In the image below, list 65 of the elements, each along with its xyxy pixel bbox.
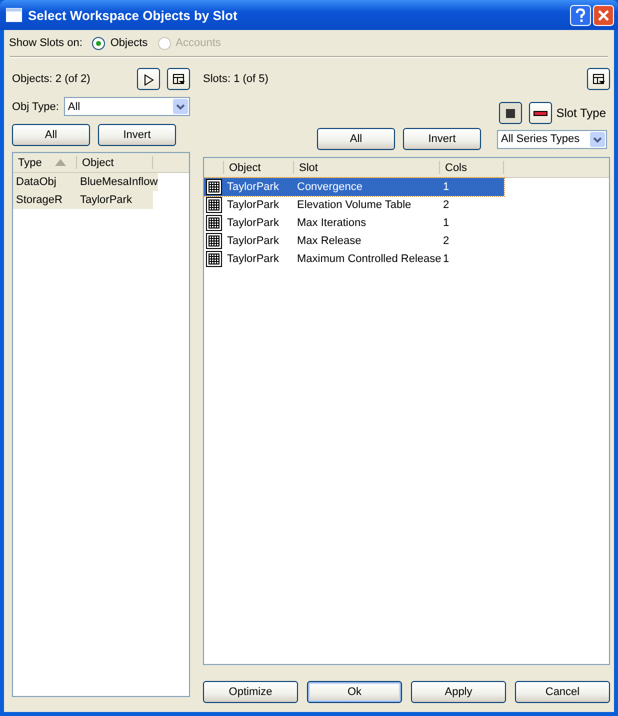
slot-type-label: Slot Type xyxy=(556,106,606,120)
objects-count: Objects: 2 (of 2) xyxy=(12,73,90,85)
grid-icon xyxy=(206,197,222,213)
list-cell-text: TaylorPark xyxy=(226,199,280,211)
grid-icon xyxy=(206,251,222,267)
obj-type-label: Obj Type: xyxy=(12,100,59,112)
window-title: Select Workspace Objects by Slot xyxy=(28,8,238,22)
column-header[interactable]: Slot xyxy=(294,161,440,174)
button[interactable]: Invert xyxy=(403,128,481,150)
column-header-label: Object xyxy=(82,156,114,168)
list-cell-text: Max Iterations xyxy=(296,217,368,229)
list-cell-text: 1 xyxy=(442,217,450,229)
list-cell-text: Convergence xyxy=(296,181,364,193)
column-header[interactable]: Object xyxy=(224,161,294,174)
grid-icon xyxy=(206,215,222,231)
button[interactable]: All xyxy=(12,124,90,146)
list-row[interactable]: TaylorPark Max Release 2 xyxy=(204,232,504,250)
help-icon xyxy=(570,4,591,26)
help-button[interactable] xyxy=(570,4,591,26)
square-toggle-button[interactable] xyxy=(499,102,522,124)
radio-option[interactable]: Objects xyxy=(92,36,148,50)
list-cell-text: TaylorPark xyxy=(79,194,133,206)
list-cell-text: Elevation Volume Table xyxy=(296,199,412,211)
list-row[interactable]: TaylorPark Maximum Controlled Release 1 xyxy=(204,250,504,268)
list-row[interactable]: TaylorPark Max Iterations 1 xyxy=(204,214,504,232)
list-row[interactable]: TaylorPark Convergence 1 xyxy=(204,178,504,196)
column-header[interactable]: Object xyxy=(77,156,153,169)
slots-count: Slots: 1 (of 5) xyxy=(203,73,268,85)
button[interactable]: Optimize xyxy=(203,681,298,703)
window-icon xyxy=(6,8,22,22)
play-button[interactable] xyxy=(137,68,160,90)
list-cell-text: 1 xyxy=(442,253,450,265)
list-cell-text: TaylorPark xyxy=(226,253,280,265)
list-cell-text: Maximum Controlled Release xyxy=(296,253,440,265)
grid-icon xyxy=(206,179,222,195)
line-toggle-button[interactable] xyxy=(529,102,552,124)
button[interactable]: Cancel xyxy=(515,681,610,703)
list-cell-text: DataObj xyxy=(15,176,58,188)
list-cell-text: BlueMesaInflow xyxy=(79,176,158,188)
obj-type-dropdown[interactable]: All xyxy=(64,97,190,116)
table-menu-icon xyxy=(171,72,186,86)
list-cell-text: TaylorPark xyxy=(226,235,280,247)
column-header[interactable]: Type xyxy=(13,156,77,169)
button[interactable]: All xyxy=(317,128,395,150)
button[interactable]: Apply xyxy=(411,681,506,703)
list-row[interactable]: TaylorPark Elevation Volume Table 2 xyxy=(204,196,504,214)
list-cell-text: 2 xyxy=(442,199,450,211)
column-header-label: Type xyxy=(18,156,42,168)
grid-icon xyxy=(206,233,222,249)
table-menu-icon xyxy=(591,72,606,86)
list-cell-text: TaylorPark xyxy=(226,181,280,193)
list-cell-text: Max Release xyxy=(296,235,362,247)
table-menu-button[interactable] xyxy=(587,68,610,90)
button[interactable]: Ok xyxy=(307,681,402,703)
close-button[interactable] xyxy=(593,4,614,26)
show-slots-label: Show Slots on: xyxy=(9,37,82,49)
list-cell-text: TaylorPark xyxy=(226,217,280,229)
table-menu-button[interactable] xyxy=(167,68,190,90)
list-cell-text: StorageR xyxy=(15,194,64,206)
close-icon xyxy=(593,4,614,26)
list-cell-text: 2 xyxy=(442,235,450,247)
list-cell-text: 1 xyxy=(442,181,450,193)
column-header[interactable]: Cols xyxy=(440,161,504,174)
button[interactable]: Invert xyxy=(98,124,176,146)
slot-type-dropdown[interactable]: All Series Types xyxy=(497,130,607,148)
